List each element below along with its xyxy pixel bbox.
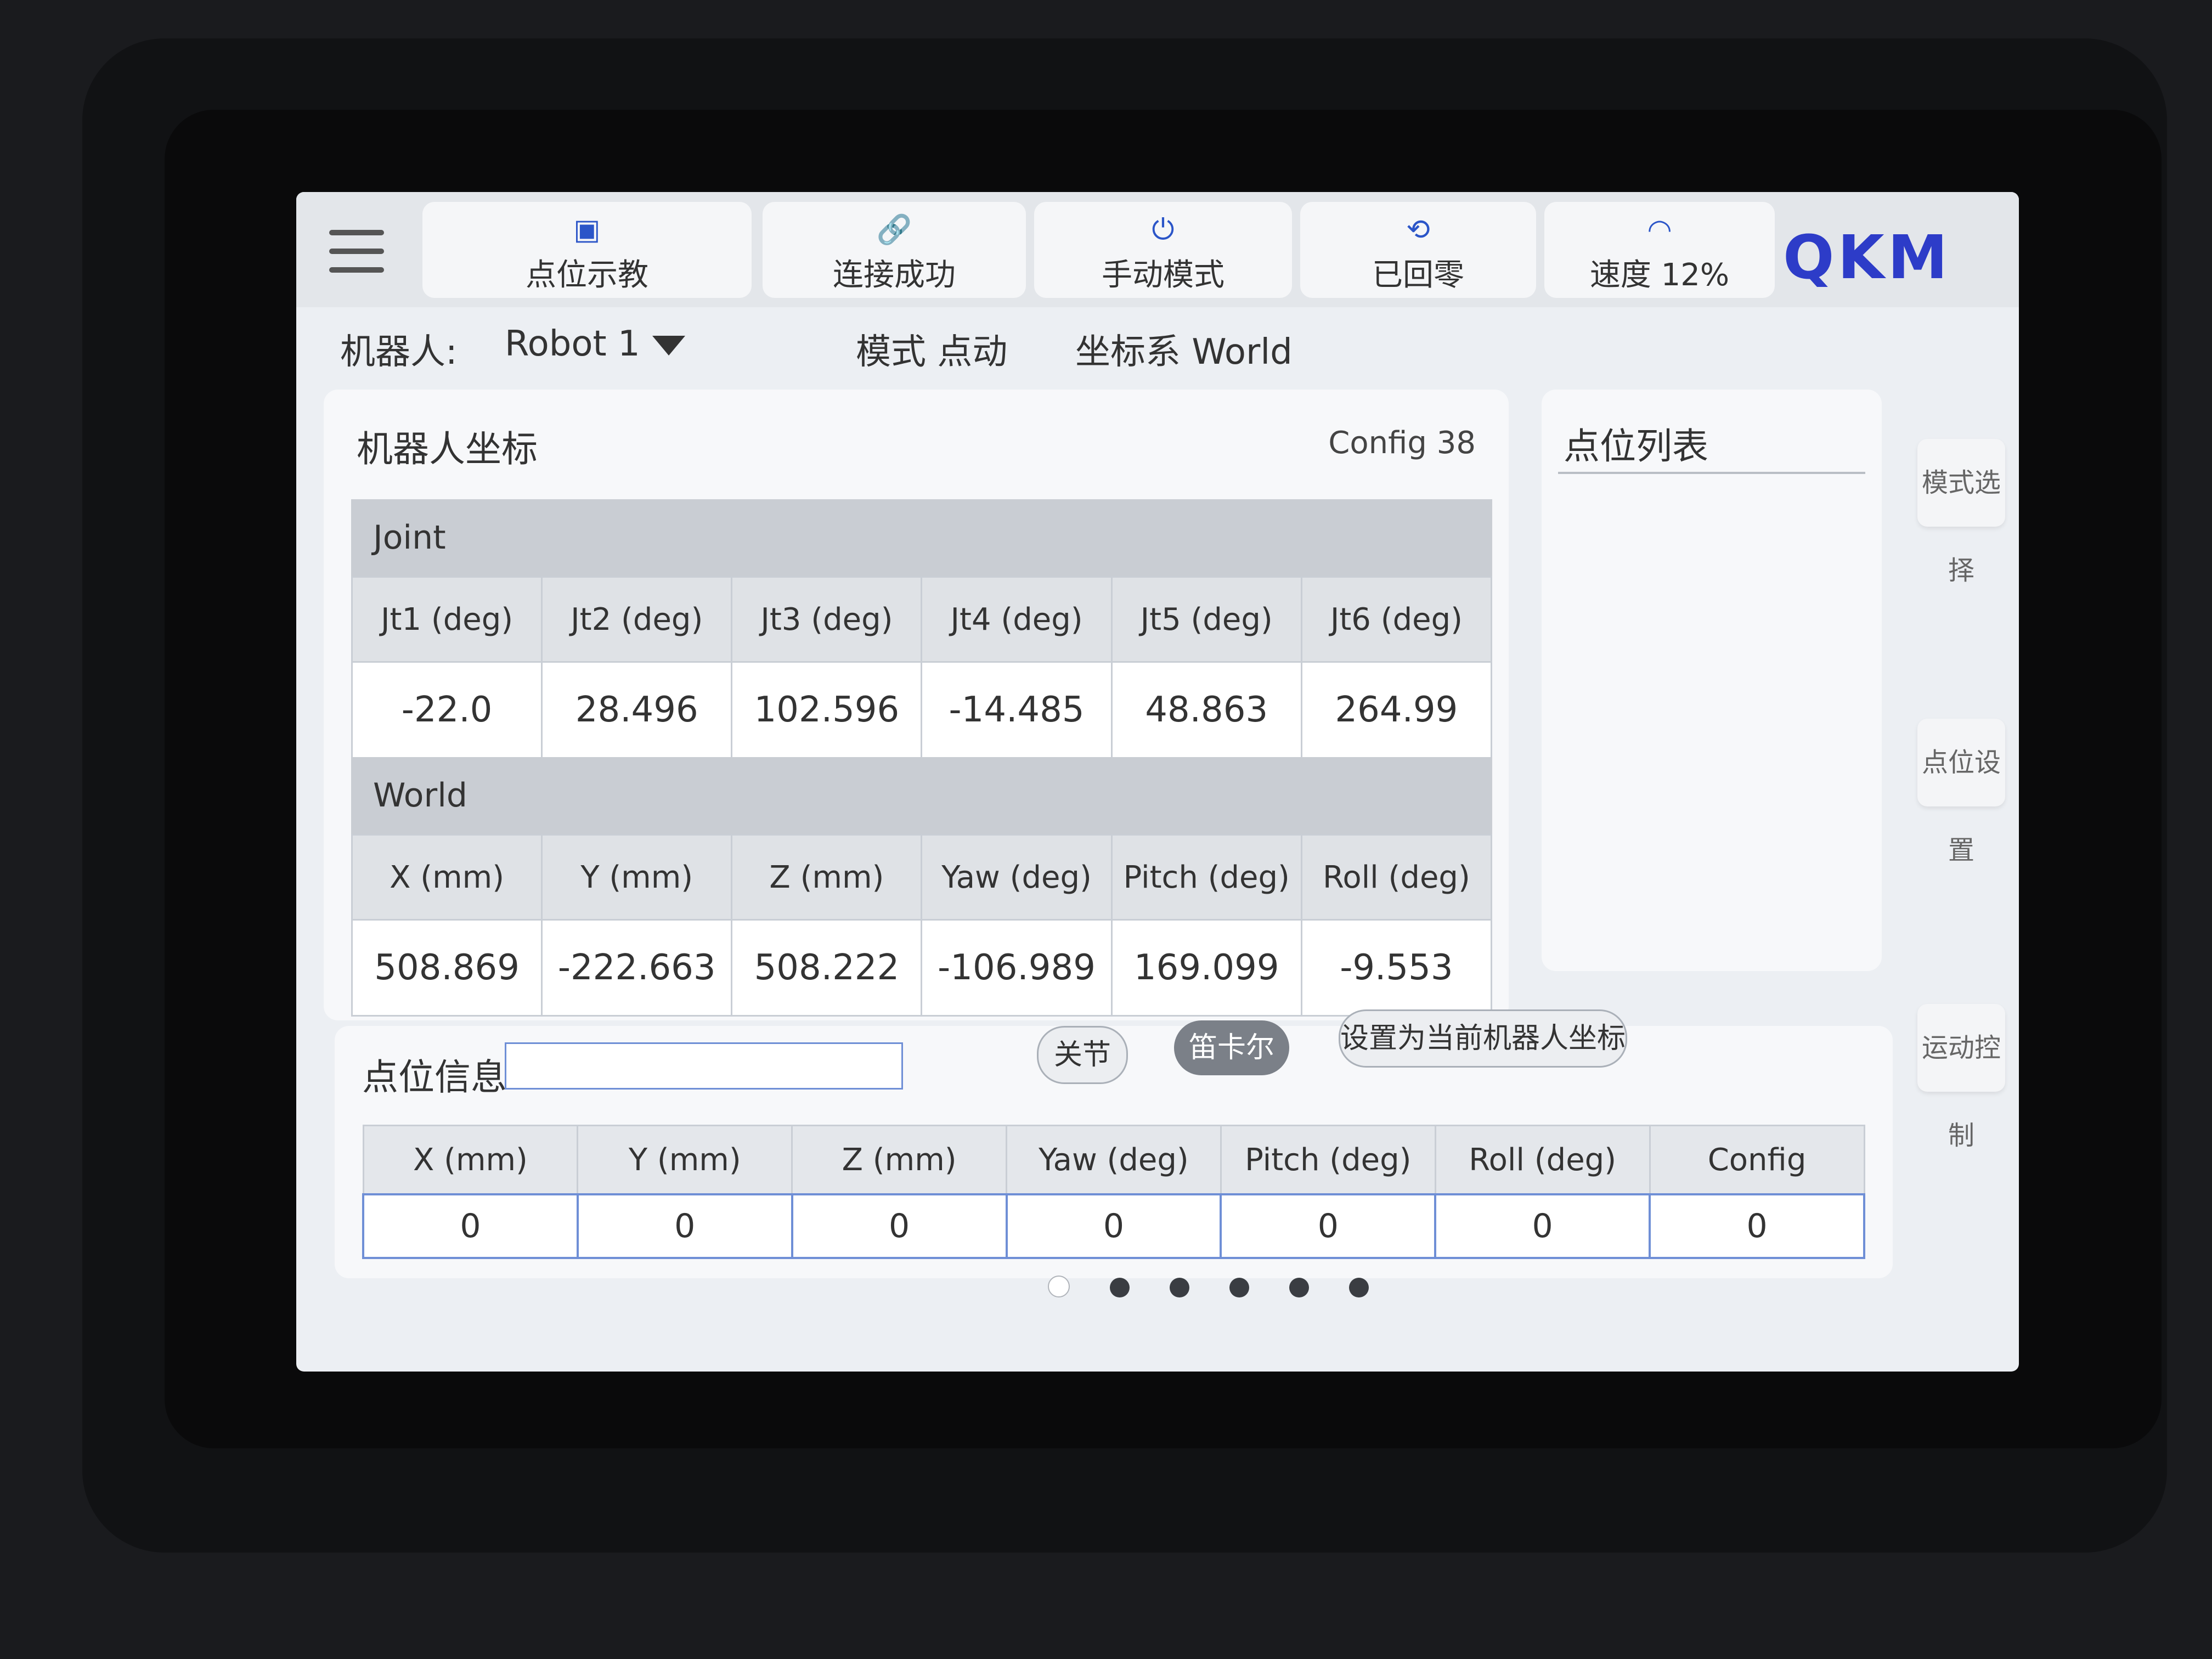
info-value-y[interactable]: 0 xyxy=(576,1193,793,1259)
world-header-pitch: Pitch (deg) xyxy=(1110,834,1302,921)
joint-header-jt2: Jt2 (deg) xyxy=(541,576,733,663)
speed-gauge-icon: ◠ xyxy=(1647,213,1672,246)
config-readout: Config 38 xyxy=(1328,425,1476,461)
world-header-y: Y (mm) xyxy=(541,834,733,921)
tab-connection-label: 连接成功 xyxy=(833,257,956,293)
joint-value-jt1: -22.0 xyxy=(351,661,543,759)
point-name-input[interactable] xyxy=(505,1042,903,1090)
top-bar: ▣ 点位示教 🔗 连接成功 ⏻ 手动模式 ⟲ 已回零 ◠ 速度 12% QKM xyxy=(296,192,2019,307)
tab-manual-mode-label: 手动模式 xyxy=(1102,257,1224,293)
tab-manual-mode[interactable]: ⏻ 手动模式 xyxy=(1034,202,1292,298)
coordinate-system-indicator: 坐标系 World xyxy=(1075,332,1293,373)
robot-selector[interactable]: Robot 1 xyxy=(505,324,685,364)
joint-mode-button[interactable]: 关节 xyxy=(1037,1026,1128,1084)
mode-select-button[interactable]: 模式选择 xyxy=(1917,439,2005,586)
info-header-pitch: Pitch (deg) xyxy=(1220,1125,1436,1195)
power-icon: ⏻ xyxy=(1152,213,1175,246)
page-dot[interactable] xyxy=(1289,1278,1310,1297)
world-value-y: -222.663 xyxy=(541,919,733,1017)
tab-speed[interactable]: ◠ 速度 12% xyxy=(1544,202,1775,298)
info-header-yaw: Yaw (deg) xyxy=(1006,1125,1222,1195)
joint-value-jt5: 48.863 xyxy=(1110,661,1302,759)
world-header-roll: Roll (deg) xyxy=(1300,834,1493,921)
world-value-pitch: 169.099 xyxy=(1110,919,1302,1017)
info-header-roll: Roll (deg) xyxy=(1434,1125,1651,1195)
pendant-screen: ▣ 点位示教 🔗 连接成功 ⏻ 手动模式 ⟲ 已回零 ◠ 速度 12% QKM … xyxy=(296,192,2019,1372)
joint-header-jt6: Jt6 (deg) xyxy=(1300,576,1493,663)
joint-value-jt2: 28.496 xyxy=(541,661,733,759)
robot-selector-value: Robot 1 xyxy=(505,324,640,364)
joint-header-jt3: Jt3 (deg) xyxy=(731,576,923,663)
world-header-yaw: Yaw (deg) xyxy=(921,834,1113,921)
motion-control-button[interactable]: 运动控制 xyxy=(1917,1004,2005,1151)
tab-homed[interactable]: ⟲ 已回零 xyxy=(1300,202,1536,298)
joint-value-jt6: 264.99 xyxy=(1300,661,1493,759)
world-header-z: Z (mm) xyxy=(731,834,923,921)
info-header-y: Y (mm) xyxy=(577,1125,793,1195)
joint-table: Jt1 (deg) Jt2 (deg) Jt3 (deg) Jt4 (deg) … xyxy=(351,576,1493,759)
world-section-header: World xyxy=(351,757,1492,834)
page-dot[interactable] xyxy=(1349,1278,1369,1297)
tab-connection[interactable]: 🔗 连接成功 xyxy=(763,202,1026,298)
world-value-z: 508.222 xyxy=(731,919,923,1017)
world-value-yaw: -106.989 xyxy=(921,919,1113,1017)
page-dot[interactable] xyxy=(1048,1276,1070,1297)
tab-point-teach-label: 点位示教 xyxy=(526,257,648,293)
world-value-roll: -9.553 xyxy=(1300,919,1493,1017)
tab-speed-label: 速度 12% xyxy=(1589,257,1730,293)
chevron-down-icon xyxy=(652,336,685,356)
info-header-config: Config xyxy=(1649,1125,1865,1195)
joint-value-jt3: 102.596 xyxy=(731,661,923,759)
joint-header-jt5: Jt5 (deg) xyxy=(1110,576,1302,663)
set-current-coords-button[interactable]: 设置为当前机器人坐标 xyxy=(1339,1009,1627,1068)
info-value-config[interactable]: 0 xyxy=(1649,1193,1865,1259)
info-value-yaw[interactable]: 0 xyxy=(1005,1193,1222,1259)
robot-label: 机器人: xyxy=(340,332,458,373)
joint-header-jt4: Jt4 (deg) xyxy=(921,576,1113,663)
joint-section-header: Joint xyxy=(351,499,1492,576)
world-value-x: 508.869 xyxy=(351,919,543,1017)
page-dot[interactable] xyxy=(1229,1278,1250,1297)
joint-header-jt1: Jt1 (deg) xyxy=(351,576,543,663)
joint-value-jt4: -14.485 xyxy=(921,661,1113,759)
point-list-divider xyxy=(1558,472,1865,474)
tab-point-teach[interactable]: ▣ 点位示教 xyxy=(422,202,752,298)
page-dot[interactable] xyxy=(1170,1278,1190,1297)
world-header-x: X (mm) xyxy=(351,834,543,921)
mode-indicator: 模式 点动 xyxy=(856,332,1008,373)
homed-icon: ⟲ xyxy=(1406,213,1430,246)
status-subbar: 机器人: Robot 1 模式 点动 坐标系 World xyxy=(296,313,2019,373)
qkm-logo: QKM xyxy=(1783,222,1951,292)
robot-coords-title: 机器人坐标 xyxy=(357,428,538,470)
robot-coords-panel: 机器人坐标 Config 38 Joint Jt1 (deg) Jt2 (deg… xyxy=(324,390,1509,1020)
info-header-z: Z (mm) xyxy=(791,1125,1008,1195)
point-info-title: 点位信息 xyxy=(362,1056,507,1098)
page-dot[interactable] xyxy=(1110,1278,1130,1297)
info-value-x[interactable]: 0 xyxy=(362,1193,579,1259)
page-indicator xyxy=(1048,1276,1406,1300)
hamburger-menu-icon[interactable] xyxy=(329,222,384,277)
point-list-panel[interactable]: 点位列表 xyxy=(1542,390,1882,971)
world-table: X (mm) Y (mm) Z (mm) Yaw (deg) Pitch (de… xyxy=(351,834,1493,1017)
point-list-title: 点位列表 xyxy=(1564,425,1708,467)
link-icon: 🔗 xyxy=(876,213,912,246)
info-header-x: X (mm) xyxy=(362,1125,579,1195)
info-value-roll[interactable]: 0 xyxy=(1434,1193,1651,1259)
info-value-z[interactable]: 0 xyxy=(791,1193,1008,1259)
info-value-pitch[interactable]: 0 xyxy=(1220,1193,1437,1259)
cartesian-mode-button[interactable]: 笛卡尔 xyxy=(1174,1020,1289,1075)
tab-homed-label: 已回零 xyxy=(1372,257,1464,293)
point-info-table: X (mm) Y (mm) Z (mm) Yaw (deg) Pitch (de… xyxy=(362,1125,1865,1259)
teach-icon: ▣ xyxy=(573,213,601,246)
point-settings-button[interactable]: 点位设置 xyxy=(1917,719,2005,866)
